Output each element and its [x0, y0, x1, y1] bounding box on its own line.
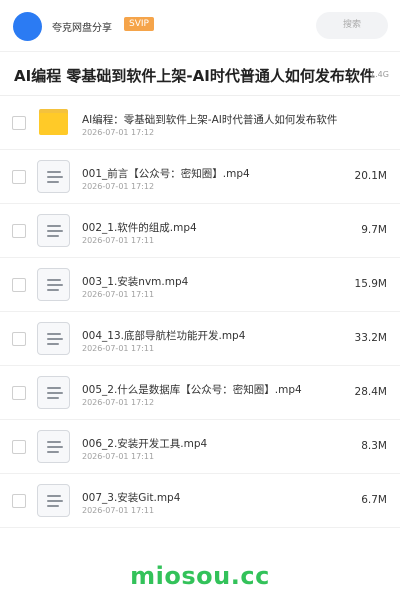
search-input[interactable]: 搜索 — [316, 12, 388, 39]
file-name: 004_13.底部导航栏功能开发.mp4 — [82, 330, 246, 342]
file-date: 2026-07-01 17:11 — [82, 344, 155, 353]
header: 夸克网盘分享 SVIP 搜索 — [0, 0, 400, 52]
video-file-icon — [37, 322, 70, 355]
file-size: 8.3M — [361, 440, 387, 452]
file-size: 9.7M — [361, 224, 387, 236]
file-size: 20.1M — [354, 170, 387, 182]
file-date: 2026-07-01 17:11 — [82, 506, 155, 515]
checkbox[interactable] — [12, 332, 26, 346]
checkbox[interactable] — [12, 386, 26, 400]
list-item[interactable]: 007_3.安装Git.mp4 2026-07-01 17:11 6.7M — [0, 474, 400, 528]
list-item[interactable]: AI编程：零基础到软件上架-AI时代普通人如何发布软件 2026-07-01 1… — [0, 96, 400, 150]
checkbox[interactable] — [12, 116, 26, 130]
page-title: AI编程 零基础到软件上架-AI时代普通人如何发布软件 — [14, 67, 375, 85]
video-file-icon — [37, 214, 70, 247]
list-item[interactable]: 006_2.安装开发工具.mp4 2026-07-01 17:11 8.3M — [0, 420, 400, 474]
video-file-icon — [37, 484, 70, 517]
file-list: AI编程：零基础到软件上架-AI时代普通人如何发布软件 2026-07-01 1… — [0, 96, 400, 528]
file-name: 006_2.安装开发工具.mp4 — [82, 438, 208, 450]
video-file-icon — [37, 376, 70, 409]
video-file-icon — [37, 268, 70, 301]
file-name: 003_1.安装nvm.mp4 — [82, 276, 189, 288]
file-name: AI编程：零基础到软件上架-AI时代普通人如何发布软件 — [82, 114, 338, 126]
file-size: 6.7M — [361, 494, 387, 506]
list-item[interactable]: 004_13.底部导航栏功能开发.mp4 2026-07-01 17:11 33… — [0, 312, 400, 366]
file-date: 2026-07-01 17:12 — [82, 128, 155, 137]
file-size: 15.9M — [354, 278, 387, 290]
list-item[interactable]: 003_1.安装nvm.mp4 2026-07-01 17:11 15.9M — [0, 258, 400, 312]
file-name: 007_3.安装Git.mp4 — [82, 492, 181, 504]
list-item[interactable]: 001_前言【公众号：密知圈】.mp4 2026-07-01 17:12 20.… — [0, 150, 400, 204]
watermark: miosou.cc — [130, 562, 270, 590]
file-size: 28.4M — [354, 386, 387, 398]
file-name: 001_前言【公众号：密知圈】.mp4 — [82, 168, 250, 180]
checkbox[interactable] — [12, 494, 26, 508]
file-date: 2026-07-01 17:11 — [82, 236, 155, 245]
checkbox[interactable] — [12, 170, 26, 184]
user-name[interactable]: 夸克网盘分享 — [52, 19, 112, 34]
folder-icon — [37, 106, 70, 139]
video-file-icon — [37, 160, 70, 193]
file-date: 2026-07-01 17:11 — [82, 452, 155, 461]
checkbox[interactable] — [12, 278, 26, 292]
file-date: 2026-07-01 17:11 — [82, 290, 155, 299]
file-name: 002_1.软件的组成.mp4 — [82, 222, 197, 234]
list-item[interactable]: 005_2.什么是数据库【公众号：密知圈】.mp4 2026-07-01 17:… — [0, 366, 400, 420]
file-date: 2026-07-01 17:12 — [82, 182, 155, 191]
folder-title-bar: AI编程 零基础到软件上架-AI时代普通人如何发布软件 1.4G — [0, 52, 400, 96]
checkbox[interactable] — [12, 440, 26, 454]
list-item[interactable]: 002_1.软件的组成.mp4 2026-07-01 17:11 9.7M — [0, 204, 400, 258]
checkbox[interactable] — [12, 224, 26, 238]
svip-badge: SVIP — [124, 17, 154, 31]
video-file-icon — [37, 430, 70, 463]
avatar[interactable] — [13, 12, 42, 41]
file-name: 005_2.什么是数据库【公众号：密知圈】.mp4 — [82, 384, 302, 396]
file-size: 33.2M — [354, 332, 387, 344]
file-date: 2026-07-01 17:12 — [82, 398, 155, 407]
folder-size: 1.4G — [370, 70, 389, 79]
